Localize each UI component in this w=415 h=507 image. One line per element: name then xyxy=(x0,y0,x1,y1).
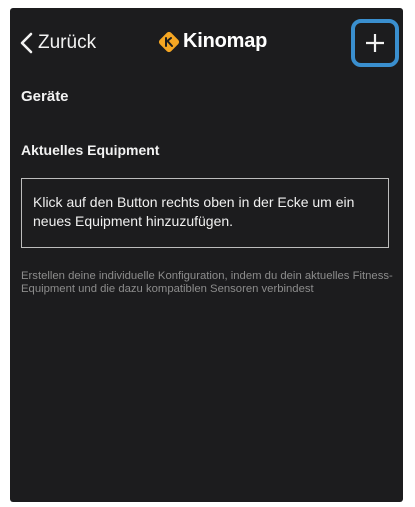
back-button[interactable]: Zurück xyxy=(18,32,96,54)
add-equipment-button[interactable] xyxy=(351,19,399,67)
navigation-bar: Zurück Kinomap xyxy=(10,8,403,72)
kinomap-logo: Kinomap xyxy=(158,30,267,53)
logo-text: Kinomap xyxy=(183,30,268,52)
plus-icon xyxy=(366,34,384,52)
page-title: Geräte xyxy=(21,88,69,105)
back-label: Zurück xyxy=(38,32,97,53)
app-screen: Zurück Kinomap Geräte Aktuelles Equipmen… xyxy=(10,8,403,502)
kinomap-logo-icon xyxy=(158,31,180,52)
empty-equipment-message: Klick auf den Button rechts oben in der … xyxy=(21,178,389,248)
chevron-left-icon xyxy=(20,32,33,54)
configuration-hint: Erstellen deine individuelle Konfigurati… xyxy=(21,270,393,295)
current-equipment-heading: Aktuelles Equipment xyxy=(21,142,160,158)
